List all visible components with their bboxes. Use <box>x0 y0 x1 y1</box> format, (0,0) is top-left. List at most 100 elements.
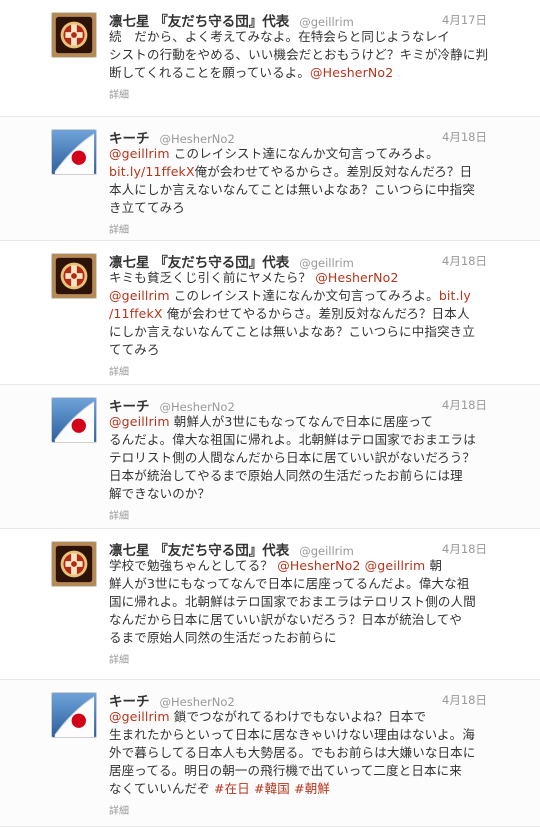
text-segment: 解できないのか？ <box>109 486 211 501</box>
tweet-date[interactable]: 4月18日 <box>442 541 487 557</box>
tweet[interactable]: 凛七星 『友だち守る団』代表 @geillrim 4月18日 キミも貧乏くじ引く前にヤ… <box>0 241 540 385</box>
tweet-text: @geillrim 鎖でつながれてるわけでもないよね？日本で 生まれたからといって… <box>109 708 487 798</box>
tweet-text-line: @geillrim このレイシスト達になんか文句言ってみろよ。 <box>109 145 487 163</box>
user-handle[interactable]: @HesherNo2 <box>160 400 235 414</box>
tweet-date[interactable]: 4月18日 <box>442 129 487 145</box>
details-link[interactable]: 詳細 <box>109 802 129 817</box>
tweet-text-line: /11ffekX 俺が会わせてやるからさ。差別反対なんだろ？日本人 <box>109 305 487 323</box>
tweet-text-line: なんだから日本に居ていい訳がないだろう？日本が統治してや <box>109 611 487 629</box>
mention-link[interactable]: @HesherNo2 <box>277 558 360 573</box>
text-segment: 鎖でつながれてるわけでもないよね？日本で <box>169 709 427 724</box>
details-link[interactable]: 詳細 <box>109 507 129 522</box>
kanji-badge-avatar[interactable] <box>51 12 97 58</box>
mention-link[interactable]: @geillrim <box>365 558 426 573</box>
tweet[interactable]: 凛七星 『友だち守る団』代表 @geillrim 4月17日続 だから、よく考えてみ… <box>0 0 540 117</box>
text-segment: 鮮人が3世にもなってなんで日本に居座ってるんだよ。偉大な祖 <box>109 576 470 591</box>
tweet-text-line: 断してくれることを願っているよ。@HesherNo2 <box>109 64 487 82</box>
tweet-header: 凛七星 『友だち守る団』代表 @geillrim <box>109 251 489 271</box>
japan-flag-avatar[interactable] <box>51 397 97 443</box>
tweet-text-line: シストの行動をやめる、いい機会だとおもうけど？キミが冷静に判 <box>109 46 487 64</box>
mention-link[interactable]: @geillrim <box>109 709 170 724</box>
tweet[interactable]: キーチ @HesherNo2 4月18日 @geillrim このレイシスト達になんか… <box>0 117 540 241</box>
tweet-text-line: @geillrim 朝鮮人が3世にもなってなんで日本に居座って <box>109 413 487 431</box>
mention-link[interactable]: @HesherNo2 <box>315 270 398 285</box>
user-handle[interactable]: @HesherNo2 <box>160 695 235 709</box>
url-link[interactable]: /11ffekX <box>109 306 163 321</box>
tweet-text-line: テロリスト側の人間なんだから日本に居ていい訳がないだろう？ <box>109 449 487 467</box>
tweet-text-line: 居座ってる。明日の朝一の飛行機で出ていって二度と日本に来 <box>109 762 487 780</box>
tweet-header: キーチ @HesherNo2 <box>109 395 489 415</box>
text-segment: 居座ってる。明日の朝一の飛行機で出ていって二度と日本に来 <box>109 763 462 778</box>
kanji-badge-avatar[interactable] <box>51 541 97 587</box>
text-segment: るまで原始人同然の生活だったお前らに <box>109 630 337 645</box>
tweet-header: キーチ @HesherNo2 <box>109 690 489 710</box>
tweet-text: キミも貧乏くじ引く前にヤメたら？ @HesherNo2 @geillrim このレ… <box>109 269 487 359</box>
tweet-date[interactable]: 4月18日 <box>442 397 487 413</box>
mention-link[interactable]: @geillrim <box>109 288 170 303</box>
hashtag-link[interactable]: #在日 <box>214 781 250 796</box>
tweet-date[interactable]: 4月18日 <box>442 692 487 708</box>
tweet-timeline: 凛七星 『友だち守る団』代表 @geillrim 4月17日続 だから、よく考えてみ… <box>0 0 540 827</box>
text-segment: なんだから日本に居ていい訳がないだろう？日本が統治してや <box>109 612 463 627</box>
user-handle[interactable]: @geillrim <box>299 15 354 29</box>
tweet-date[interactable]: 4月17日 <box>442 12 487 28</box>
tweet-text-line: るんだよ。偉大な祖国に帰れよ。北朝鮮はテロ国家でおまエラは <box>109 431 487 449</box>
user-handle[interactable]: @geillrim <box>299 256 354 270</box>
mention-link[interactable]: @geillrim <box>109 414 170 429</box>
tweet-text-line: @geillrim 鎖でつながれてるわけでもないよね？日本で <box>109 708 487 726</box>
details-link[interactable]: 詳細 <box>109 86 129 101</box>
tweet-text-line: ててみろ <box>109 341 487 359</box>
tweet-text-line: 学校で勉強ちゃんとしてる？ @HesherNo2 @geillrim 朝 <box>109 557 487 575</box>
japan-flag-avatar[interactable] <box>51 692 97 738</box>
text-segment: 日本が統治してやるまで原始人同然の生活だったお前らには理 <box>109 468 463 483</box>
text-segment: テロリスト側の人間なんだから日本に居ていい訳がないだろう？ <box>109 450 476 465</box>
tweet-text: @geillrim 朝鮮人が3世にもなってなんで日本に居座って るんだよ。偉大な祖… <box>109 413 487 503</box>
tweet-text-line: 生まれたからといって日本に居なきゃいけない理由はないよ。海 <box>109 726 487 744</box>
tweet-text-line: 鮮人が3世にもなってなんで日本に居座ってるんだよ。偉大な祖 <box>109 575 487 593</box>
hashtag-link[interactable]: #韓国 <box>254 781 290 796</box>
text-segment: なくていいんだぞ <box>109 781 214 796</box>
tweet-header: キーチ @HesherNo2 <box>109 127 489 147</box>
tweet-text-line: 続 だから、よく考えてみなよ。在特会らと同じようなレイ <box>109 28 487 46</box>
tweet-text-line: なくていいんだぞ #在日 #韓国 #朝鮮 <box>109 780 487 798</box>
tweet[interactable]: 凛七星 『友だち守る団』代表 @geillrim 4月18日 学校で勉強ちゃんとしてる… <box>0 529 540 680</box>
tweet-text: @geillrim このレイシスト達になんか文句言ってみろよ。 bit.ly/11… <box>109 145 487 217</box>
details-link[interactable]: 詳細 <box>109 651 129 666</box>
text-segment: 俺が会わせてやるからさ。差別反対なんだろ？日本人 <box>162 306 470 321</box>
text-segment: 生まれたからといって日本に居なきゃいけない理由はないよ。海 <box>109 727 475 742</box>
details-link[interactable]: 詳細 <box>109 221 129 236</box>
tweet-date[interactable]: 4月18日 <box>442 253 487 269</box>
tweet-text-line: bit.ly/11ffekX俺が会わせてやるからさ。差別反対なんだろ？日 <box>109 163 487 181</box>
text-segment: 続 だから、よく考えてみなよ。在特会らと同じようなレイ <box>109 29 450 44</box>
tweet-text-line: 本人にしか言えないなんてことは無いよなあ？こいつらに中指突 <box>109 181 487 199</box>
tweet-text-line: るまで原始人同然の生活だったお前らに <box>109 629 487 647</box>
japan-flag-avatar[interactable] <box>51 129 97 175</box>
text-segment: るんだよ。偉大な祖国に帰れよ。北朝鮮はテロ国家でおまエラは <box>109 432 476 447</box>
tweet-text-line: キミも貧乏くじ引く前にヤメたら？ @HesherNo2 <box>109 269 487 287</box>
user-handle[interactable]: @HesherNo2 <box>160 132 235 146</box>
text-segment: 俺が会わせてやるからさ。差別反対なんだろ？日 <box>194 164 473 179</box>
tweet-text-line: 解できないのか？ <box>109 485 487 503</box>
text-segment: にしか言えないなんてことは無いよなあ？こいつらに中指突き立 <box>109 324 475 339</box>
tweet-header: 凛七星 『友だち守る団』代表 @geillrim <box>109 10 489 30</box>
mention-link[interactable]: @geillrim <box>109 146 170 161</box>
user-handle[interactable]: @geillrim <box>299 544 354 558</box>
kanji-badge-avatar[interactable] <box>51 253 97 299</box>
url-link[interactable]: bit.ly/11ffekX <box>109 164 195 179</box>
tweet-text-line: @geillrim このレイシスト達になんか文句言ってみろよ。bit.ly <box>109 287 487 305</box>
tweet-text-line: にしか言えないなんてことは無いよなあ？こいつらに中指突き立 <box>109 323 487 341</box>
text-segment: 国に帰れよ。北朝鮮はテロ国家でおまエラはテロリスト側の人間 <box>109 594 476 609</box>
text-segment: 朝鮮人が3世にもなってなんで日本に居座って <box>169 414 434 429</box>
url-link[interactable]: bit.ly <box>439 288 471 303</box>
details-link[interactable]: 詳細 <box>109 363 129 378</box>
tweet-text-line: 日本が統治してやるまで原始人同然の生活だったお前らには理 <box>109 467 487 485</box>
tweet-text-line: 外で暮らしてる日本人も大勢居る。でもお前らは大嫌いな日本に <box>109 744 487 762</box>
tweet-text: 学校で勉強ちゃんとしてる？ @HesherNo2 @geillrim 朝鮮人が3… <box>109 557 487 647</box>
tweet[interactable]: キーチ @HesherNo2 4月18日 @geillrim 鎖でつながれてるわけでも… <box>0 680 540 827</box>
text-segment: 断してくれることを願っているよ。 <box>109 65 311 80</box>
text-segment: き立ててみろ <box>109 200 185 215</box>
hashtag-link[interactable]: #朝鮮 <box>294 781 330 796</box>
mention-link[interactable]: @HesherNo2 <box>310 65 393 80</box>
tweet[interactable]: キーチ @HesherNo2 4月18日 @geillrim 朝鮮人が3世にもなってな… <box>0 385 540 529</box>
tweet-text: 続 だから、よく考えてみなよ。在特会らと同じようなレイシストの行動をやめる、いい… <box>109 28 487 82</box>
